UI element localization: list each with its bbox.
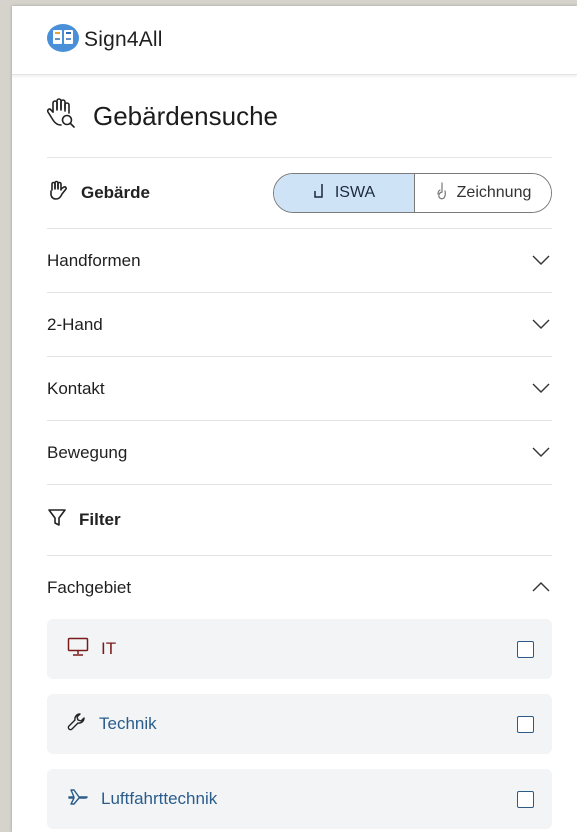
chevron-down-icon <box>532 444 550 462</box>
iswa-toggle-button[interactable]: ISWA <box>274 174 415 212</box>
funnel-icon <box>47 508 67 533</box>
accordion-handformen[interactable]: Handformen <box>47 229 552 293</box>
app-window: Sign4All Gebärdensuche Gebärde ISWA Zeic… <box>12 6 577 832</box>
hand-search-icon <box>46 97 77 135</box>
chevron-up-icon <box>532 579 550 597</box>
accordion-bewegung[interactable]: Bewegung <box>47 421 552 485</box>
chevron-down-icon <box>532 252 550 270</box>
finger-drawing-icon <box>435 181 449 206</box>
chevron-down-icon <box>532 380 550 398</box>
page-title: Gebärdensuche <box>93 100 279 131</box>
filter-header: Filter <box>47 485 552 556</box>
wrench-icon <box>67 712 87 737</box>
logo[interactable]: Sign4All <box>46 23 163 58</box>
category-checkbox[interactable] <box>517 640 534 658</box>
logo-text: Sign4All <box>84 28 163 51</box>
zeichnung-label: Zeichnung <box>456 184 532 201</box>
filter-label: Filter <box>79 510 121 529</box>
zeichnung-toggle-button[interactable]: Zeichnung <box>415 174 551 212</box>
accordion-label: 2-Hand <box>47 314 103 334</box>
fachgebiet-label: Fachgebiet <box>47 577 132 597</box>
iswa-icon <box>313 183 327 204</box>
category-it[interactable]: IT <box>47 619 552 679</box>
accordion-fachgebiet[interactable]: Fachgebiet <box>47 556 552 619</box>
category-checkbox[interactable] <box>517 790 534 808</box>
accordion-label: Handformen <box>47 250 141 270</box>
accordion-label: Bewegung <box>47 442 128 462</box>
search-panel: Gebärdensuche Gebärde ISWA Zeichnung Han… <box>12 75 577 829</box>
top-bar: Sign4All <box>12 6 577 75</box>
accordion-label: Kontakt <box>47 378 105 398</box>
gebaerde-row: Gebärde ISWA Zeichnung <box>47 158 552 229</box>
accordion-kontakt[interactable]: Kontakt <box>47 357 552 421</box>
category-label: IT <box>101 639 117 658</box>
category-label: Luftfahrttechnik <box>101 789 218 808</box>
chevron-down-icon <box>532 316 550 334</box>
airplane-icon <box>67 787 89 812</box>
accordion-2-hand[interactable]: 2-Hand <box>47 293 552 357</box>
view-toggle: ISWA Zeichnung <box>273 173 552 213</box>
monitor-icon <box>67 637 89 662</box>
gebaerde-label: Gebärde <box>81 183 150 202</box>
page-header: Gebärdensuche <box>46 75 552 158</box>
iswa-label: ISWA <box>334 184 376 201</box>
book-logo-icon <box>46 23 80 58</box>
category-label: Technik <box>99 714 157 733</box>
hand-sign-icon <box>47 180 69 207</box>
category-technik[interactable]: Technik <box>47 694 552 754</box>
category-luftfahrttechnik[interactable]: Luftfahrttechnik <box>47 769 552 829</box>
category-checkbox[interactable] <box>517 715 534 733</box>
